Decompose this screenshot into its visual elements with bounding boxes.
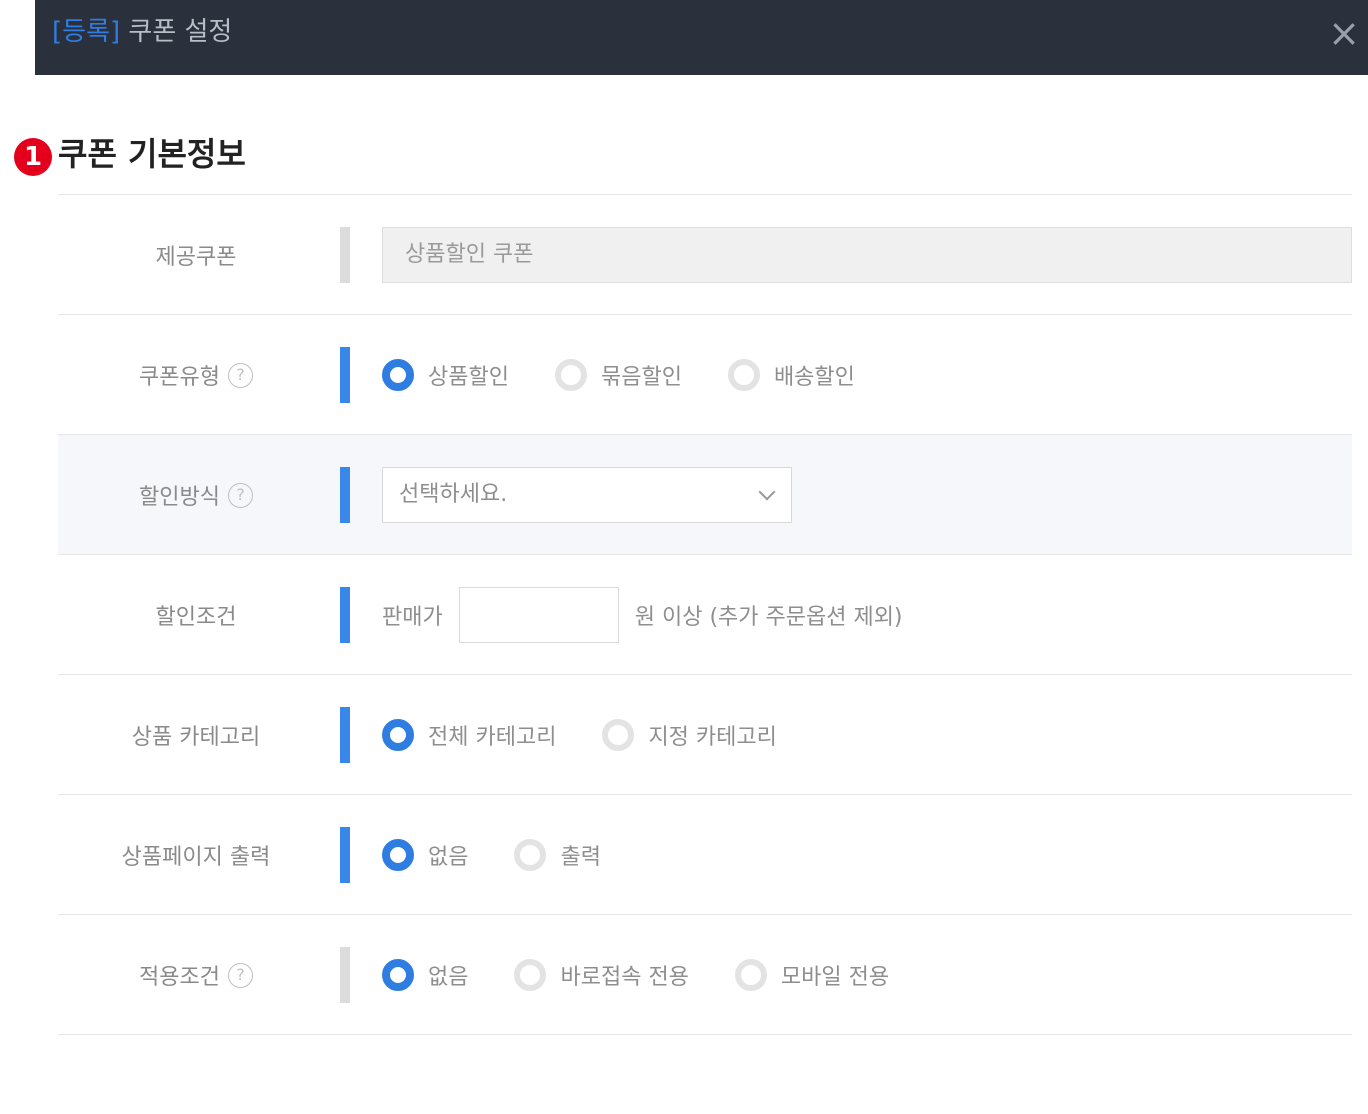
price-prefix: 판매가 — [382, 605, 443, 630]
radio-unselected-icon — [554, 359, 587, 391]
help-icon[interactable]: ? — [227, 362, 253, 388]
provided-coupon-field: 상품할인 쿠폰 — [382, 227, 1352, 283]
coupon-form: 제공쿠폰 상품할인 쿠폰 쿠폰유형 ? 상품할인 묶음할인 배송할인 할인방식 … — [58, 194, 1352, 1035]
row-indicator — [340, 587, 350, 643]
radio-unselected-icon — [734, 959, 767, 991]
radio-unselected-icon — [514, 959, 547, 991]
chevron-down-icon — [758, 483, 776, 501]
row-coupon-type: 쿠폰유형 ? 상품할인 묶음할인 배송할인 — [58, 315, 1352, 435]
product-category-label: 상품 카테고리 — [131, 725, 261, 750]
radio-shipping-discount[interactable]: 배송할인 — [727, 359, 855, 391]
row-apply-condition: 적용조건 ? 없음 바로접속 전용 모바일 전용 — [58, 915, 1352, 1035]
radio-product-discount[interactable]: 상품할인 — [382, 359, 509, 391]
radio-all-category[interactable]: 전체 카테고리 — [382, 719, 556, 751]
modal-title-text: 쿠폰 설정 — [128, 17, 233, 47]
radio-output-show[interactable]: 출력 — [514, 839, 601, 871]
row-indicator — [340, 467, 350, 523]
row-indicator — [340, 347, 350, 403]
discount-method-label: 할인방식 ? — [58, 435, 334, 555]
section-number-badge: 1 — [14, 138, 52, 176]
coupon-type-label: 쿠폰유형 ? — [58, 315, 334, 435]
radio-selected-icon — [382, 719, 414, 751]
discount-condition-label: 할인조건 — [155, 605, 237, 630]
radio-selected-icon — [382, 959, 414, 991]
radio-unselected-icon — [514, 839, 547, 871]
radio-direct-access-only[interactable]: 바로접속 전용 — [514, 959, 689, 991]
product-page-output-label: 상품페이지 출력 — [121, 845, 271, 870]
modal-header: [등록] 쿠폰 설정 × — [35, 0, 1368, 75]
row-product-category: 상품 카테고리 전체 카테고리 지정 카테고리 — [58, 675, 1352, 795]
discount-method-select[interactable]: 선택하세요. — [382, 467, 792, 523]
mode-tag: [등록] — [52, 17, 121, 47]
help-icon[interactable]: ? — [227, 962, 253, 988]
row-product-page-output: 상품페이지 출력 없음 출력 — [58, 795, 1352, 915]
row-discount-condition: 할인조건 판매가 원 이상 (추가 주문옵션 제외) — [58, 555, 1352, 675]
row-discount-method: 할인방식 ? 선택하세요. — [58, 435, 1352, 555]
radio-apply-none[interactable]: 없음 — [382, 959, 468, 991]
row-indicator — [340, 707, 350, 763]
row-indicator — [340, 827, 350, 883]
row-indicator — [340, 227, 350, 283]
radio-selected-icon — [382, 359, 414, 391]
row-indicator — [340, 947, 350, 1003]
row-provided-coupon: 제공쿠폰 상품할인 쿠폰 — [58, 195, 1352, 315]
radio-unselected-icon — [727, 359, 760, 391]
price-suffix: 원 이상 (추가 주문옵션 제외) — [634, 605, 903, 630]
radio-mobile-only[interactable]: 모바일 전용 — [734, 959, 889, 991]
radio-output-none[interactable]: 없음 — [382, 839, 468, 871]
radio-specific-category[interactable]: 지정 카테고리 — [602, 719, 777, 751]
min-price-input[interactable] — [458, 587, 619, 643]
apply-condition-label: 적용조건 ? — [58, 915, 334, 1035]
modal-title: [등록] 쿠폰 설정 — [52, 16, 232, 48]
radio-selected-icon — [382, 839, 414, 871]
radio-unselected-icon — [602, 719, 635, 751]
radio-bundle-discount[interactable]: 묶음할인 — [554, 359, 682, 391]
close-button[interactable]: × — [1328, 14, 1360, 52]
provided-coupon-label: 제공쿠폰 — [155, 245, 237, 270]
help-icon[interactable]: ? — [227, 482, 253, 508]
section-title: 쿠폰 기본정보 — [58, 135, 246, 173]
